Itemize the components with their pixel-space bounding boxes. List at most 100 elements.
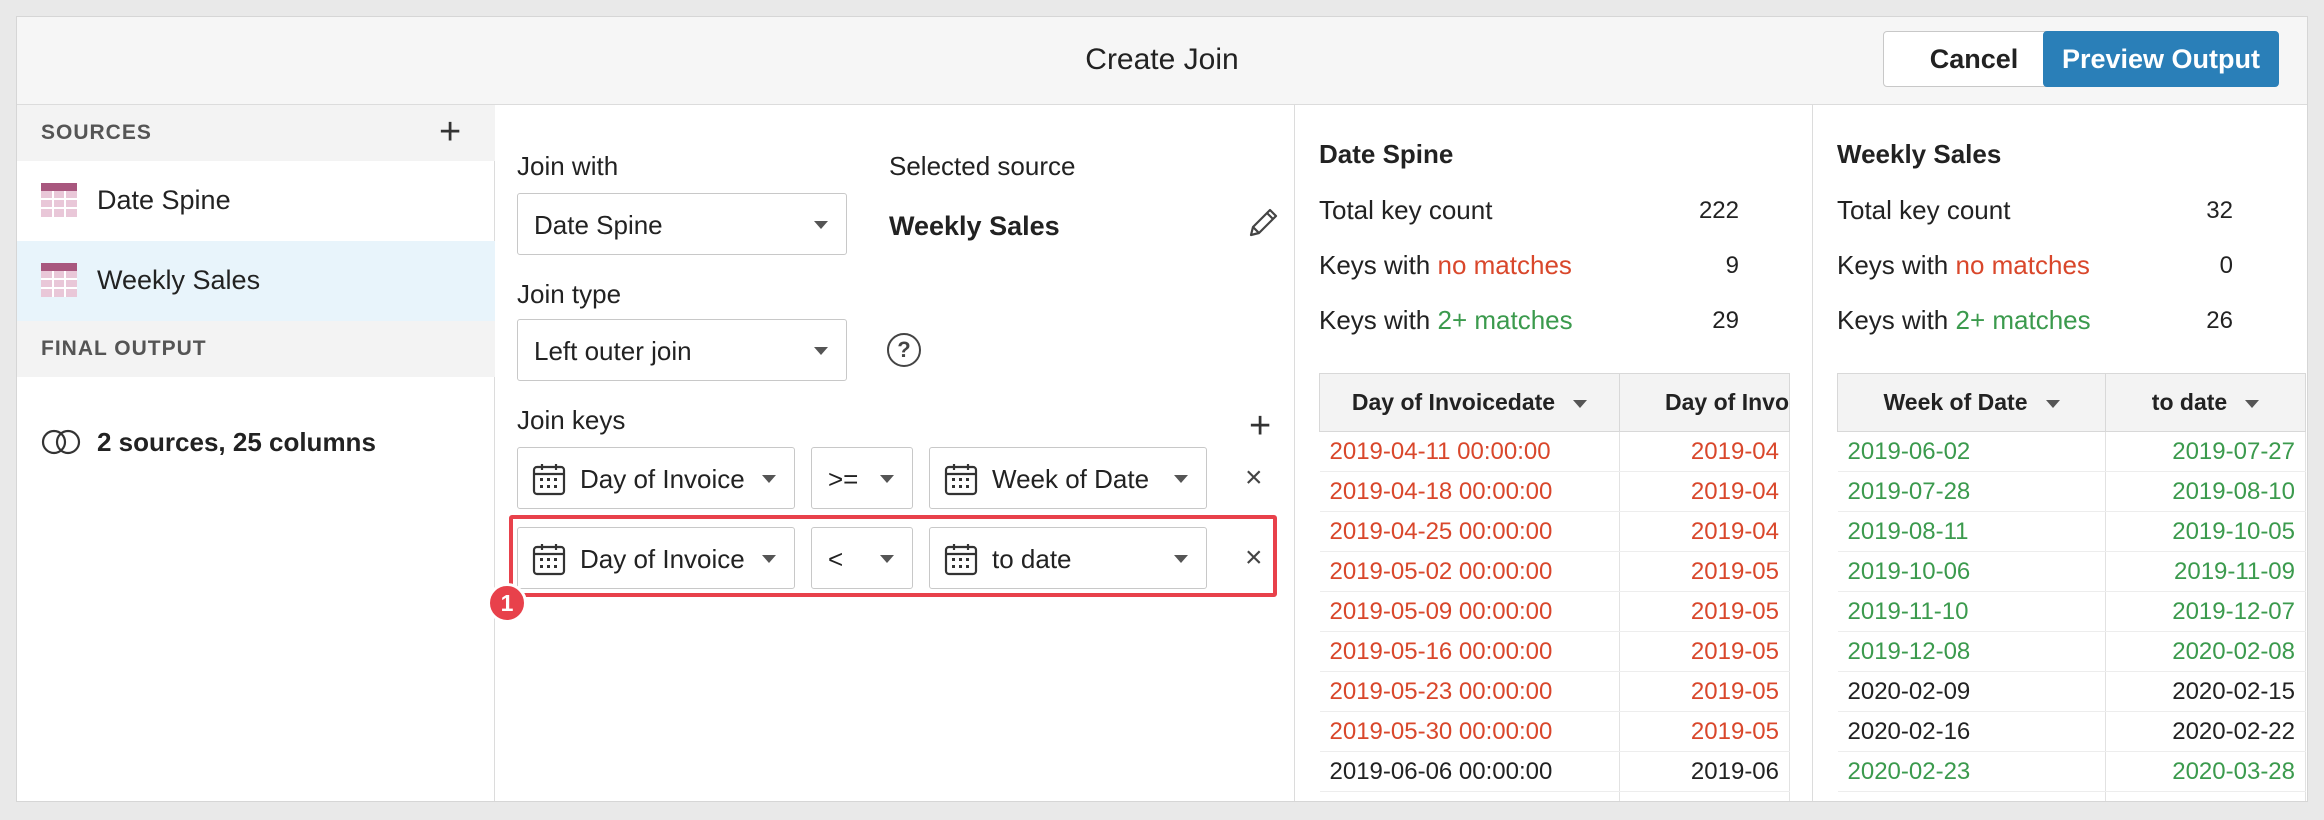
- highlight-box: [509, 515, 1277, 597]
- multi-matches-label: Keys with 2+ matches: [1837, 305, 2091, 336]
- column-header[interactable]: Week of Date: [1837, 373, 2106, 432]
- table-cell: 2019-04-11 00:00:00: [1319, 431, 1620, 472]
- pencil-icon[interactable]: [1245, 205, 1281, 241]
- plus-icon[interactable]: +: [439, 113, 461, 151]
- table-cell: 2020-02-22: [2105, 711, 2306, 752]
- join-key-right-dropdown[interactable]: Week of Date: [929, 447, 1207, 509]
- table-cell: 2019-05: [1619, 671, 1790, 712]
- table-cell: 2020-03-29: [1837, 791, 2106, 801]
- help-icon[interactable]: ?: [887, 333, 921, 367]
- column-header-label: Day of Invoicedate: [1351, 389, 1556, 415]
- table-row: 2020-03-292020-04-11: [1837, 791, 2306, 801]
- table-cell: 2019-06-06 00:00:00: [1319, 751, 1620, 792]
- table-cell: 2019-12-08: [1837, 631, 2106, 672]
- table-row: 2019-05-30 00:00:00 2019-05: [1319, 711, 1790, 752]
- join-with-label: Join with: [517, 151, 619, 181]
- sources-sidebar: SOURCES + Date Spine Weekly Sales FINAL …: [17, 105, 495, 801]
- multi-matches-value: 26: [2206, 307, 2233, 334]
- table-cell: 2019-08-10: [2105, 471, 2306, 512]
- table-cell: 2019-06: [1619, 791, 1790, 801]
- table-cell: 2019-11-09: [2105, 551, 2306, 592]
- panel-title: Weekly Sales: [1837, 139, 2002, 169]
- close-icon[interactable]: ×: [1245, 463, 1263, 493]
- join-key-left-value: Day of Invoice: [580, 464, 745, 494]
- final-output-summary: 2 sources, 25 columns: [97, 427, 376, 457]
- stat-highlight: 2+ matches: [1955, 305, 2091, 335]
- caret-down-icon: [880, 475, 894, 483]
- sidebar-item-date-spine[interactable]: Date Spine: [17, 161, 495, 241]
- weekly-sales-table: Week of Date to date 2019-06-02 2019-07-2…: [1837, 373, 2306, 801]
- table-cell: 2019-05: [1619, 551, 1790, 592]
- stat-highlight: no matches: [1955, 250, 2090, 280]
- join-key-operator-value: >=: [828, 464, 859, 494]
- caret-down-icon: [814, 221, 828, 229]
- table-cell: 2020-02-23: [1837, 751, 2106, 792]
- weekly-sales-panel: Weekly Sales Total key count 32 Keys wit…: [1813, 105, 2307, 801]
- table-row: 2019-05-09 00:00:00 2019-05: [1319, 591, 1790, 632]
- table-row: 2019-06-06 00:00:00 2019-06: [1319, 751, 1790, 792]
- table-cell: 2019-04-25 00:00:00: [1319, 511, 1620, 552]
- table-cell: 2019-05-23 00:00:00: [1319, 671, 1620, 712]
- caret-down-icon: [762, 475, 776, 483]
- table-row: 2019-04-11 00:00:00 2019-04: [1319, 431, 1790, 472]
- selected-source-value: Weekly Sales: [889, 211, 1060, 241]
- table-icon: [41, 263, 77, 297]
- stat-prefix: Keys with: [1837, 250, 1956, 280]
- calendar-icon: [944, 464, 978, 496]
- caret-down-icon: [814, 347, 828, 355]
- caret-down-icon[interactable]: [2245, 399, 2260, 408]
- sidebar-item-weekly-sales[interactable]: Weekly Sales: [17, 241, 495, 321]
- join-with-value: Date Spine: [534, 210, 663, 240]
- caret-down-icon[interactable]: [1573, 399, 1588, 408]
- table-row: 2019-05-02 00:00:00 2019-05: [1319, 551, 1790, 592]
- table-cell: 2019-10-06: [1837, 551, 2106, 592]
- sidebar-item-label: Weekly Sales: [97, 265, 261, 295]
- calendar-icon: [532, 464, 566, 496]
- column-header[interactable]: Day of Invoicedate: [1319, 373, 1620, 432]
- no-matches-label: Keys with no matches: [1319, 250, 1572, 281]
- caret-down-icon[interactable]: [2045, 399, 2060, 408]
- column-header-label: Day of Invo: [1665, 389, 1789, 415]
- column-header[interactable]: Day of Invo: [1619, 373, 1790, 432]
- plus-icon[interactable]: +: [1249, 407, 1271, 445]
- final-output-header: FINAL OUTPUT: [17, 321, 495, 377]
- table-cell: 2020-02-15: [2105, 671, 2306, 712]
- step-badge: 1: [487, 583, 527, 623]
- join-keys-label: Join keys: [517, 405, 626, 435]
- table-row: 2019-04-25 00:00:00 2019-04: [1319, 511, 1790, 552]
- table-cell: 2019-06-13 00:00:00: [1319, 791, 1620, 801]
- sidebar-item-label: Date Spine: [97, 185, 231, 215]
- table-cell: 2020-02-16: [1837, 711, 2106, 752]
- cancel-button[interactable]: Cancel: [1883, 31, 2065, 87]
- table-row: 2019-05-23 00:00:00 2019-05: [1319, 671, 1790, 712]
- table-row: 2019-05-16 00:00:00 2019-05: [1319, 631, 1790, 672]
- table-cell: 2019-05-02 00:00:00: [1319, 551, 1620, 592]
- join-key-left-dropdown[interactable]: Day of Invoice: [517, 447, 795, 509]
- multi-matches-value: 29: [1712, 307, 1739, 334]
- table-row: 2019-08-11 2019-10-05: [1837, 511, 2306, 552]
- table-cell: 2019-08-11: [1837, 511, 2106, 552]
- table-cell: 2019-06-02: [1837, 431, 2106, 472]
- final-output-label: FINAL OUTPUT: [41, 337, 207, 360]
- table-cell: 2019-07-28: [1837, 471, 2106, 512]
- column-header[interactable]: to date: [2105, 373, 2306, 432]
- join-type-dropdown[interactable]: Left outer join: [517, 319, 847, 381]
- table-row: 2020-02-16 2020-02-22: [1837, 711, 2306, 752]
- dialog-header: Create Join Cancel Preview Output: [17, 17, 2307, 105]
- total-key-count-value: 32: [2206, 197, 2233, 224]
- table-cell: 2019-05: [1619, 591, 1790, 632]
- total-key-count-label: Total key count: [1837, 195, 2011, 225]
- preview-output-button[interactable]: Preview Output: [2043, 31, 2279, 87]
- no-matches-label: Keys with no matches: [1837, 250, 2090, 281]
- table-row: 2019-06-02 2019-07-27: [1837, 431, 2306, 472]
- table-row: 2019-04-18 00:00:00 2019-04: [1319, 471, 1790, 512]
- stat-prefix: Keys with: [1319, 250, 1438, 280]
- table-cell: 2019-05-09 00:00:00: [1319, 591, 1620, 632]
- join-key-operator-dropdown[interactable]: >=: [811, 447, 913, 509]
- table-row: 2019-07-28 2019-08-10: [1837, 471, 2306, 512]
- join-type-value: Left outer join: [534, 336, 692, 366]
- table-row: 2019-11-10 2019-12-07: [1837, 591, 2306, 632]
- join-with-dropdown[interactable]: Date Spine: [517, 193, 847, 255]
- table-cell: 2020-04-11: [2105, 791, 2306, 801]
- no-matches-value: 0: [2219, 252, 2233, 279]
